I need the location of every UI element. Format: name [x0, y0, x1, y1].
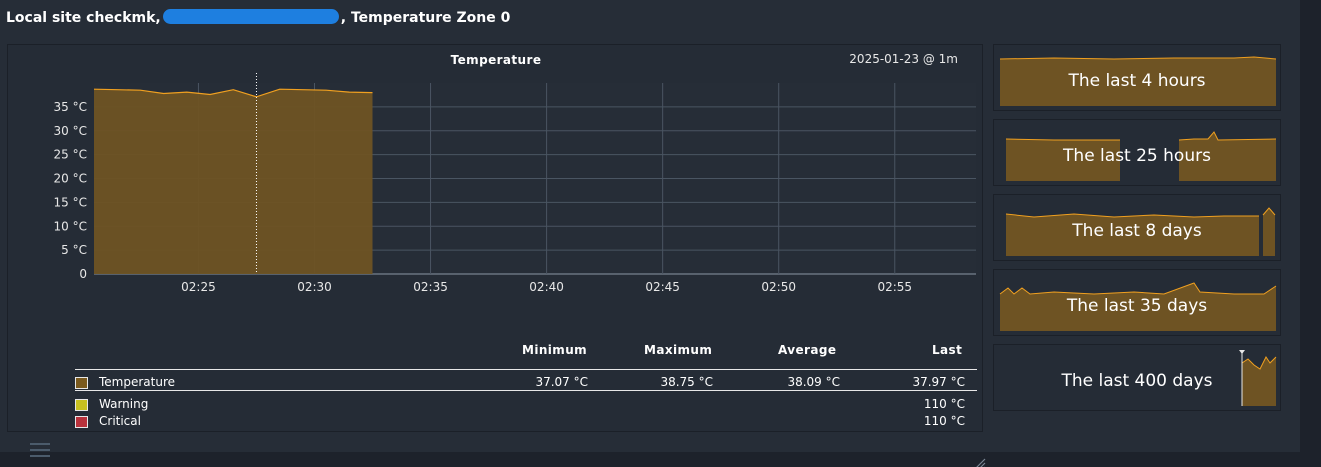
timerange-400-days[interactable]: The last 400 days — [993, 344, 1281, 411]
redacted-hostname — [162, 9, 339, 24]
legend-last: 110 °C — [923, 414, 965, 428]
y-tick-label: 35 °C — [54, 100, 87, 114]
legend-header-last: Last — [932, 343, 963, 357]
legend-header-minimum: Minimum — [522, 343, 588, 357]
legend-divider-2 — [75, 390, 977, 391]
page-title: Local site checkmk, , Temperature Zone 0 — [6, 9, 510, 26]
timerange-label: The last 400 days — [1061, 371, 1213, 391]
y-tick-label: 15 °C — [54, 195, 87, 209]
page-gutter-bottom — [0, 452, 1321, 467]
legend-avg: 38.09 °C — [787, 375, 840, 389]
resize-handle-icon[interactable] — [972, 457, 986, 467]
x-tick-label: 02:35 — [413, 280, 448, 294]
title-prefix: Local site checkmk, — [6, 10, 161, 26]
y-tick-label: 10 °C — [54, 219, 87, 233]
y-tick-label: 5 °C — [61, 243, 87, 257]
legend-label: Critical — [99, 414, 141, 428]
legend-header-maximum: Maximum — [644, 343, 713, 357]
graph-title: Temperature — [450, 53, 542, 67]
legend-swatch-critical — [75, 416, 88, 428]
legend-label: Warning — [99, 397, 149, 411]
title-suffix: , Temperature Zone 0 — [340, 10, 511, 26]
x-tick-label: 02:30 — [297, 280, 332, 294]
graph-panel: 0 5 °C 10 °C 15 °C 20 °C 25 °C 30 °C 35 °C 02:25… — [7, 44, 986, 467]
timerange-label: The last 35 days — [1066, 296, 1208, 316]
y-tick-label: 30 °C — [54, 124, 87, 138]
timerange-label: The last 25 hours — [1063, 146, 1211, 166]
timerange-4-hours[interactable]: The last 4 hours — [993, 44, 1281, 111]
y-tick-label: 20 °C — [54, 172, 87, 186]
temperature-area — [94, 89, 373, 274]
legend-max: 38.75 °C — [660, 375, 713, 389]
temperature-chart[interactable]: 0 5 °C 10 °C 15 °C 20 °C 25 °C 30 °C 35 °C 02:25… — [8, 45, 984, 345]
legend-swatch-temperature — [75, 377, 88, 389]
x-tick-label: 02:55 — [877, 280, 912, 294]
legend-row-warning: Warning 110 °C — [75, 397, 977, 413]
x-tick-label: 02:50 — [761, 280, 796, 294]
legend-swatch-warning — [75, 399, 88, 411]
legend-min: 37.07 °C — [535, 375, 588, 389]
legend-last: 110 °C — [923, 397, 965, 411]
legend-row-critical: Critical 110 °C — [75, 414, 977, 430]
y-tick-label: 0 — [79, 267, 87, 281]
legend-divider — [75, 369, 977, 370]
timerange-25-hours[interactable]: The last 25 hours — [993, 119, 1281, 186]
graph-menu-icon[interactable] — [30, 443, 50, 459]
timerange-label: The last 4 hours — [1068, 71, 1206, 91]
y-tick-label: 25 °C — [54, 148, 87, 162]
legend-last: 37.97 °C — [912, 375, 965, 389]
x-tick-label: 02:25 — [181, 280, 216, 294]
timerange-label: The last 8 days — [1072, 221, 1202, 241]
page-gutter-right — [1300, 0, 1321, 467]
x-tick-label: 02:45 — [645, 280, 680, 294]
legend-header-average: Average — [778, 343, 837, 357]
x-tick-label: 02:40 — [529, 280, 564, 294]
legend-row-temperature: Temperature 37.07 °C 38.75 °C 38.09 °C 3… — [75, 375, 977, 391]
graph-date: 2025-01-23 @ 1m — [849, 52, 958, 66]
timerange-8-days[interactable]: The last 8 days — [993, 194, 1281, 261]
legend-label: Temperature — [99, 375, 176, 389]
timerange-35-days[interactable]: The last 35 days — [993, 269, 1281, 336]
